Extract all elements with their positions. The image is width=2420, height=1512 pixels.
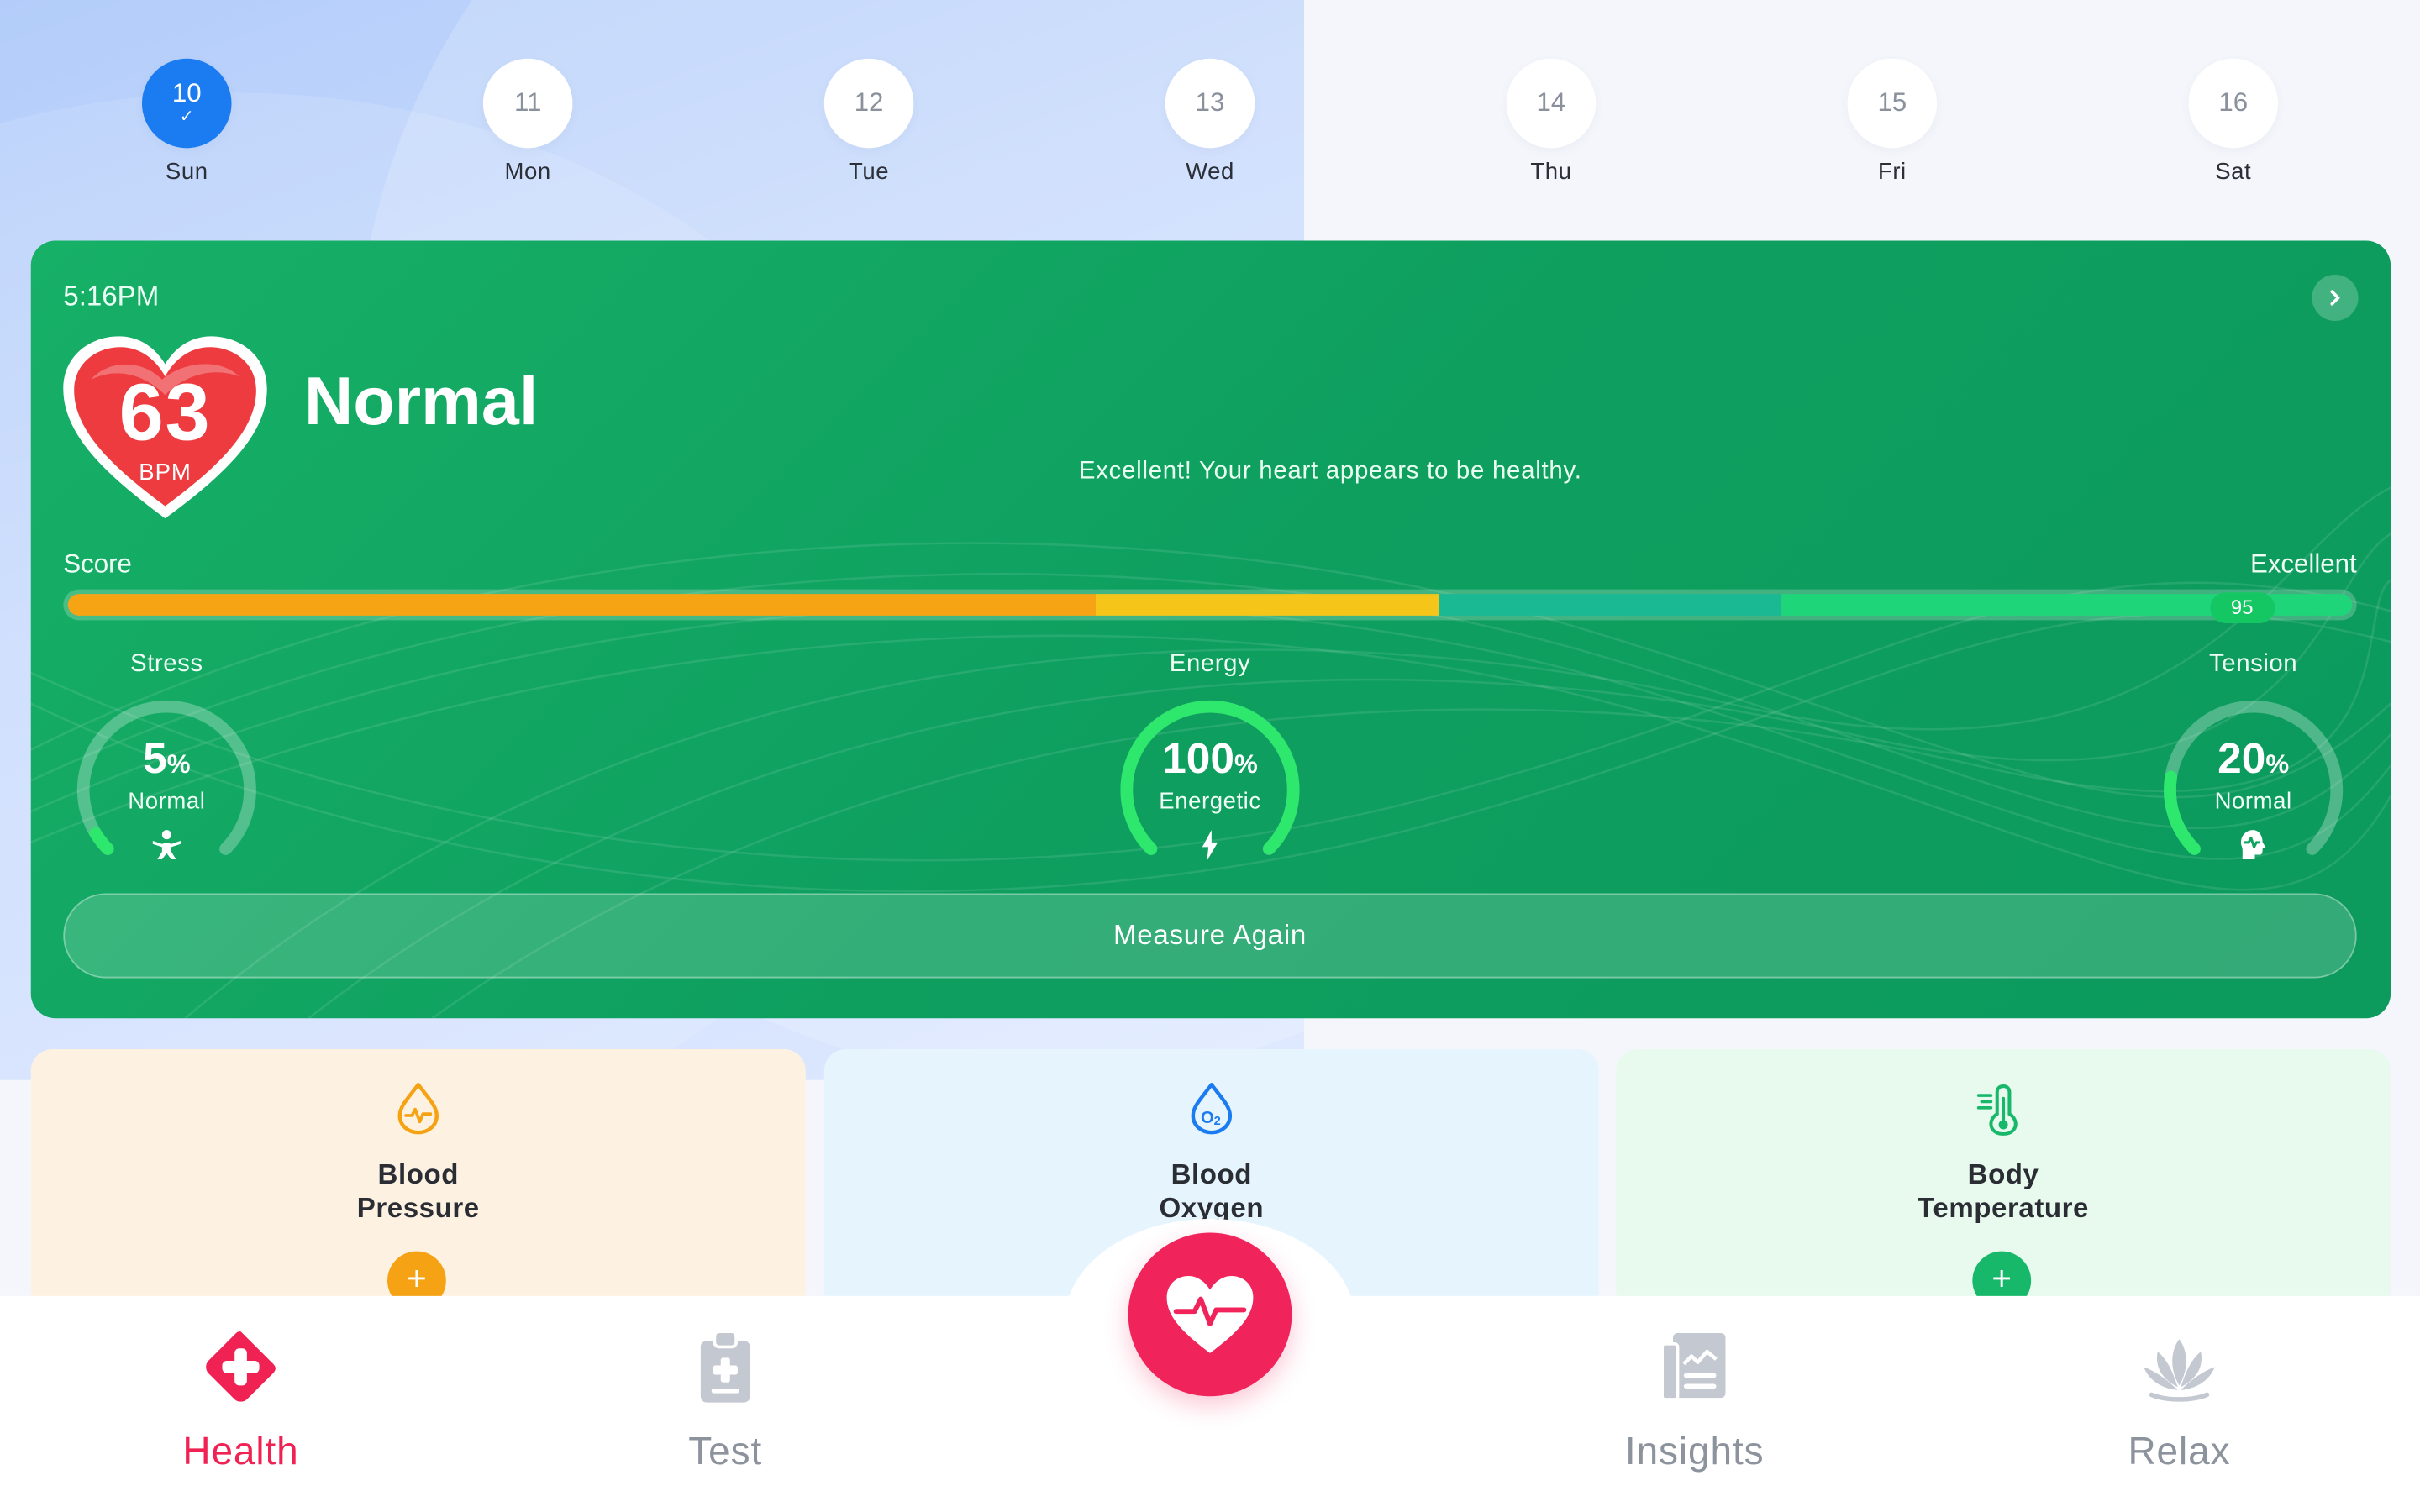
svg-text:2: 2	[1214, 1115, 1221, 1128]
score-bar-fill	[67, 594, 2353, 616]
day-label: Wed	[1186, 159, 1234, 186]
metric-title-line: Body	[1967, 1158, 2039, 1190]
measure-heart-button[interactable]	[1128, 1232, 1292, 1397]
metric-title: Body Temperature	[1616, 1158, 2391, 1226]
day-label: Sat	[2215, 159, 2252, 186]
day-number: 12	[854, 87, 884, 118]
lotus-icon	[2144, 1339, 2215, 1402]
person-relax-icon	[152, 830, 181, 860]
gauge-number: 5	[143, 734, 167, 783]
gauge-unit: %	[166, 749, 191, 780]
energy-gauge: Energy 100% Energetic	[1102, 651, 1318, 861]
day-wed[interactable]: 13 Wed	[1149, 58, 1272, 186]
score-bar	[63, 589, 2357, 621]
gauge-value: 5%	[59, 734, 275, 784]
nav-insights[interactable]: Insights	[1564, 1327, 1826, 1475]
metric-title: Blood Pressure	[31, 1158, 806, 1226]
bpm-value: 63	[118, 368, 212, 459]
nav-relax[interactable]: Relax	[2048, 1327, 2310, 1475]
gauge-number: 20	[2217, 734, 2266, 783]
nav-label: Insights	[1624, 1430, 1765, 1474]
chevron-right-icon[interactable]	[2312, 274, 2359, 322]
report-icon	[1660, 1332, 1726, 1401]
gauge-status: Normal	[128, 788, 206, 815]
o2-drop-icon: O 2	[1191, 1083, 1233, 1135]
day-label: Sun	[165, 159, 208, 186]
gauge-title: Tension	[2209, 651, 2298, 678]
check-icon: ✓	[179, 108, 194, 127]
day-number: 15	[1877, 87, 1907, 118]
measure-again-button[interactable]: Measure Again	[63, 893, 2357, 979]
medical-cross-icon	[206, 1331, 276, 1402]
head-pulse-icon	[2240, 830, 2266, 860]
nav-label: Health	[182, 1430, 299, 1474]
heart-pulse-icon	[1166, 1275, 1254, 1353]
gauge-number: 100	[1162, 734, 1235, 783]
metric-title-line: Pressure	[356, 1192, 480, 1224]
day-number: 16	[2218, 87, 2249, 118]
day-number: 11	[513, 87, 542, 118]
gauge-status: Energetic	[1159, 788, 1261, 815]
nav-test[interactable]: Test	[594, 1327, 856, 1475]
nav-label: Test	[688, 1430, 763, 1474]
day-sun[interactable]: 10 ✓ Sun	[125, 58, 249, 186]
heart-status: Normal	[303, 364, 539, 440]
week-day-selector: 10 ✓ Sun 11 Mon 12 Tue 13 Wed 14 Thu 15 …	[0, 0, 2420, 232]
score-label: Score	[63, 549, 132, 579]
metric-title-line: Blood	[1171, 1158, 1253, 1190]
blood-drop-pulse-icon	[397, 1083, 439, 1135]
gauge-unit: %	[2265, 749, 2290, 780]
gauge-status: Normal	[2214, 788, 2292, 815]
gauge-title: Energy	[1169, 651, 1251, 678]
day-fri[interactable]: 15 Fri	[1830, 58, 1954, 186]
day-circle: 15	[1847, 58, 1938, 149]
day-label: Fri	[1877, 159, 1907, 186]
score-rating: Excellent	[2249, 549, 2357, 579]
gauge-value: 100%	[1102, 734, 1318, 784]
day-circle: 16	[2188, 58, 2279, 149]
clipboard-icon	[700, 1330, 750, 1403]
status-message: Excellent! Your heart appears to be heal…	[1078, 458, 1582, 485]
day-sat[interactable]: 16 Sat	[2171, 58, 2295, 186]
day-mon[interactable]: 11 Mon	[466, 58, 590, 186]
heart-rate-card[interactable]: 5:16PM 63 BPM Normal Excellent! Your hea…	[30, 240, 2391, 1019]
day-number: 14	[1536, 87, 1566, 118]
heart-bpm-badge: 63 BPM	[60, 333, 271, 525]
stress-gauge: Stress 5% Normal	[59, 651, 275, 860]
body-temperature-card[interactable]: Body Temperature +	[1616, 1048, 2391, 1312]
thermometer-icon	[1976, 1084, 2018, 1136]
gauge-progress	[89, 827, 114, 855]
day-thu[interactable]: 14 Thu	[1489, 58, 1612, 186]
day-circle: 11	[482, 58, 573, 149]
nav-label: Relax	[2128, 1430, 2231, 1474]
gauge-value: 20%	[2145, 734, 2361, 784]
day-number: 13	[1195, 87, 1225, 118]
gauge-title: Stress	[130, 651, 203, 678]
day-tue[interactable]: 12 Tue	[808, 58, 931, 186]
metric-title: Blood Oxygen	[824, 1158, 1599, 1226]
day-number: 10	[171, 78, 202, 108]
day-label: Thu	[1530, 159, 1572, 186]
svg-text:O: O	[1201, 1109, 1214, 1127]
tension-gauge: Tension 20% Normal	[2145, 651, 2361, 860]
lightning-icon	[1202, 830, 1218, 861]
day-circle: 10 ✓	[141, 58, 232, 149]
gauge-unit: %	[1234, 749, 1258, 780]
day-circle: 14	[1506, 58, 1597, 149]
score-badge: 95	[2209, 592, 2275, 624]
day-label: Mon	[504, 159, 551, 186]
day-circle: 13	[1165, 58, 1255, 149]
nav-health[interactable]: Health	[109, 1327, 371, 1475]
metric-title-line: Temperature	[1918, 1192, 2090, 1224]
metric-title-line: Blood	[377, 1158, 459, 1190]
day-circle: 12	[823, 58, 914, 149]
day-label: Tue	[849, 159, 890, 186]
measurement-time: 5:16PM	[63, 281, 160, 312]
blood-pressure-card[interactable]: Blood Pressure +	[30, 1048, 806, 1312]
